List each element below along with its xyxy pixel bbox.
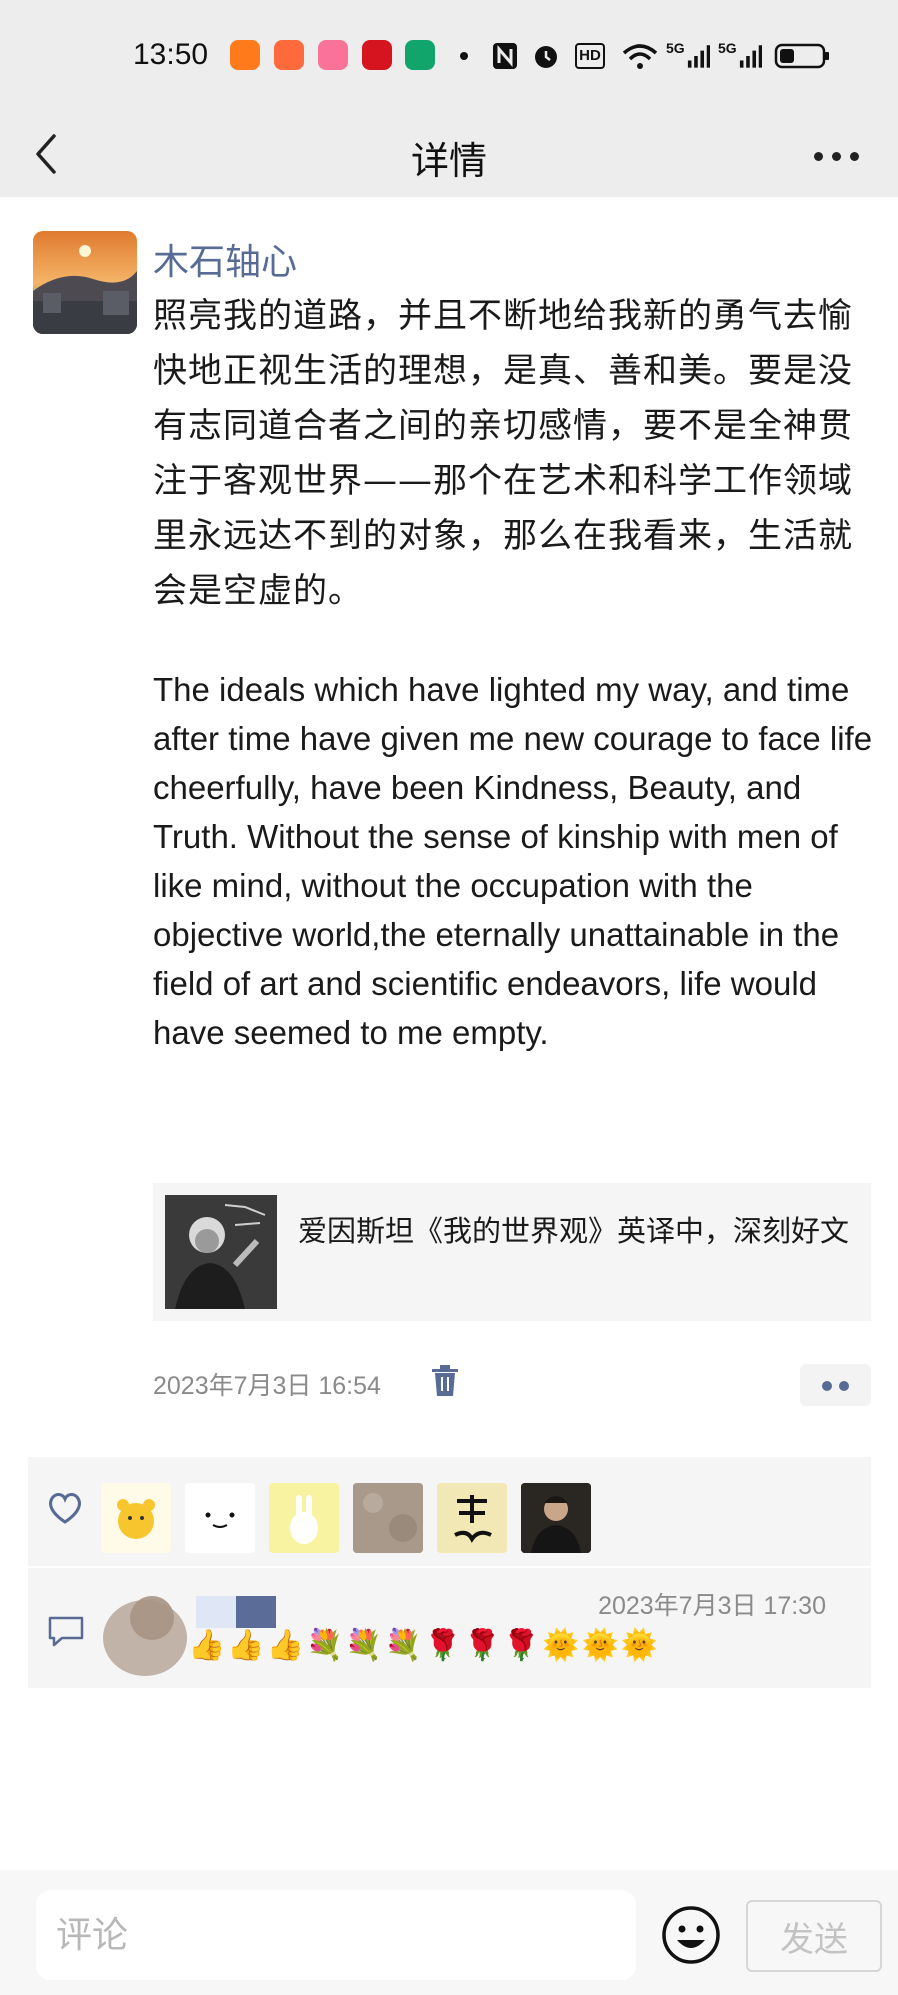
shared-link-card[interactable]: 爱因斯坦《我的世界观》英译中，深刻好文	[153, 1183, 871, 1321]
more-options-button[interactable]	[808, 134, 868, 174]
more-dot	[832, 152, 841, 161]
study-app-icon	[362, 40, 392, 70]
author-avatar[interactable]	[33, 231, 137, 334]
post-text-english: The ideals which have lighted my way, an…	[153, 671, 873, 1051]
comment-input[interactable]	[36, 1890, 636, 1980]
status-bar: 13:50 HD 5G 5G	[0, 0, 898, 112]
post-timestamp: 2023年7月3日 16:54	[153, 1372, 381, 1400]
5g-signal-icon: 5G	[666, 40, 710, 72]
comments-panel: 2023年7月3日 17:30 👍👍👍💐💐💐🌹🌹🌹🌞🌞🌞	[28, 1568, 871, 1688]
alarm-icon	[530, 40, 562, 72]
top-bar-area: 13:50 HD 5G 5G 详情	[0, 0, 898, 197]
like-avatar-man-portrait[interactable]	[521, 1483, 591, 1553]
nfc-icon	[490, 40, 520, 72]
trash-icon	[432, 1365, 458, 1396]
comment-composer: 发送	[0, 1870, 898, 1995]
emoji-button[interactable]	[660, 1904, 722, 1966]
emoji-icon	[662, 1906, 720, 1964]
like-avatar-calligraphy[interactable]	[437, 1483, 507, 1553]
status-time: 13:50	[133, 38, 209, 71]
5g-signal-icon: 5G	[718, 40, 762, 72]
delete-button[interactable]	[430, 1364, 460, 1398]
post-text-chinese: 照亮我的道路，并且不断地给我新的勇气去愉快地正视生活的理想，是真、善和美。要是没…	[153, 296, 853, 611]
like-avatar-yellow-bear[interactable]	[101, 1483, 171, 1553]
like-avatar-smile-face[interactable]	[185, 1483, 255, 1553]
likes-panel	[28, 1457, 871, 1566]
more-dots-icon	[814, 152, 823, 161]
commenter-name-blurred[interactable]	[196, 1596, 296, 1628]
comment-icon	[48, 1616, 84, 1647]
bilibili-app-icon	[318, 40, 348, 70]
app-grid-icon	[274, 40, 304, 70]
wifi-icon	[620, 40, 660, 72]
comment-time: 2023年7月3日 17:30	[598, 1592, 826, 1620]
ops-dots-icon	[822, 1381, 832, 1391]
like-comment-menu-button[interactable]	[800, 1364, 871, 1406]
author-name[interactable]: 木石轴心	[153, 233, 297, 285]
send-button[interactable]: 发送	[746, 1900, 882, 1972]
like-avatar-gray-texture[interactable]	[353, 1483, 423, 1553]
green-app-icon	[405, 40, 435, 70]
link-thumbnail	[165, 1195, 277, 1309]
navigation-bar: 详情	[0, 112, 898, 197]
dot-icon	[458, 40, 470, 72]
commenter-avatar-blurred[interactable]	[100, 1588, 200, 1678]
hd-icon: HD	[572, 40, 608, 72]
battery-icon	[772, 40, 832, 72]
taobao-app-icon	[230, 40, 260, 70]
page-title: 详情	[410, 139, 487, 183]
comment-text: 👍👍👍💐💐💐🌹🌹🌹🌞🌞🌞	[188, 1628, 661, 1663]
ops-dot	[839, 1381, 849, 1391]
like-avatar-yellow-rabbit[interactable]	[269, 1483, 339, 1553]
more-dot	[850, 152, 859, 161]
heart-icon	[49, 1493, 81, 1524]
link-title: 爱因斯坦《我的世界观》英译中，深刻好文	[298, 1214, 850, 1248]
